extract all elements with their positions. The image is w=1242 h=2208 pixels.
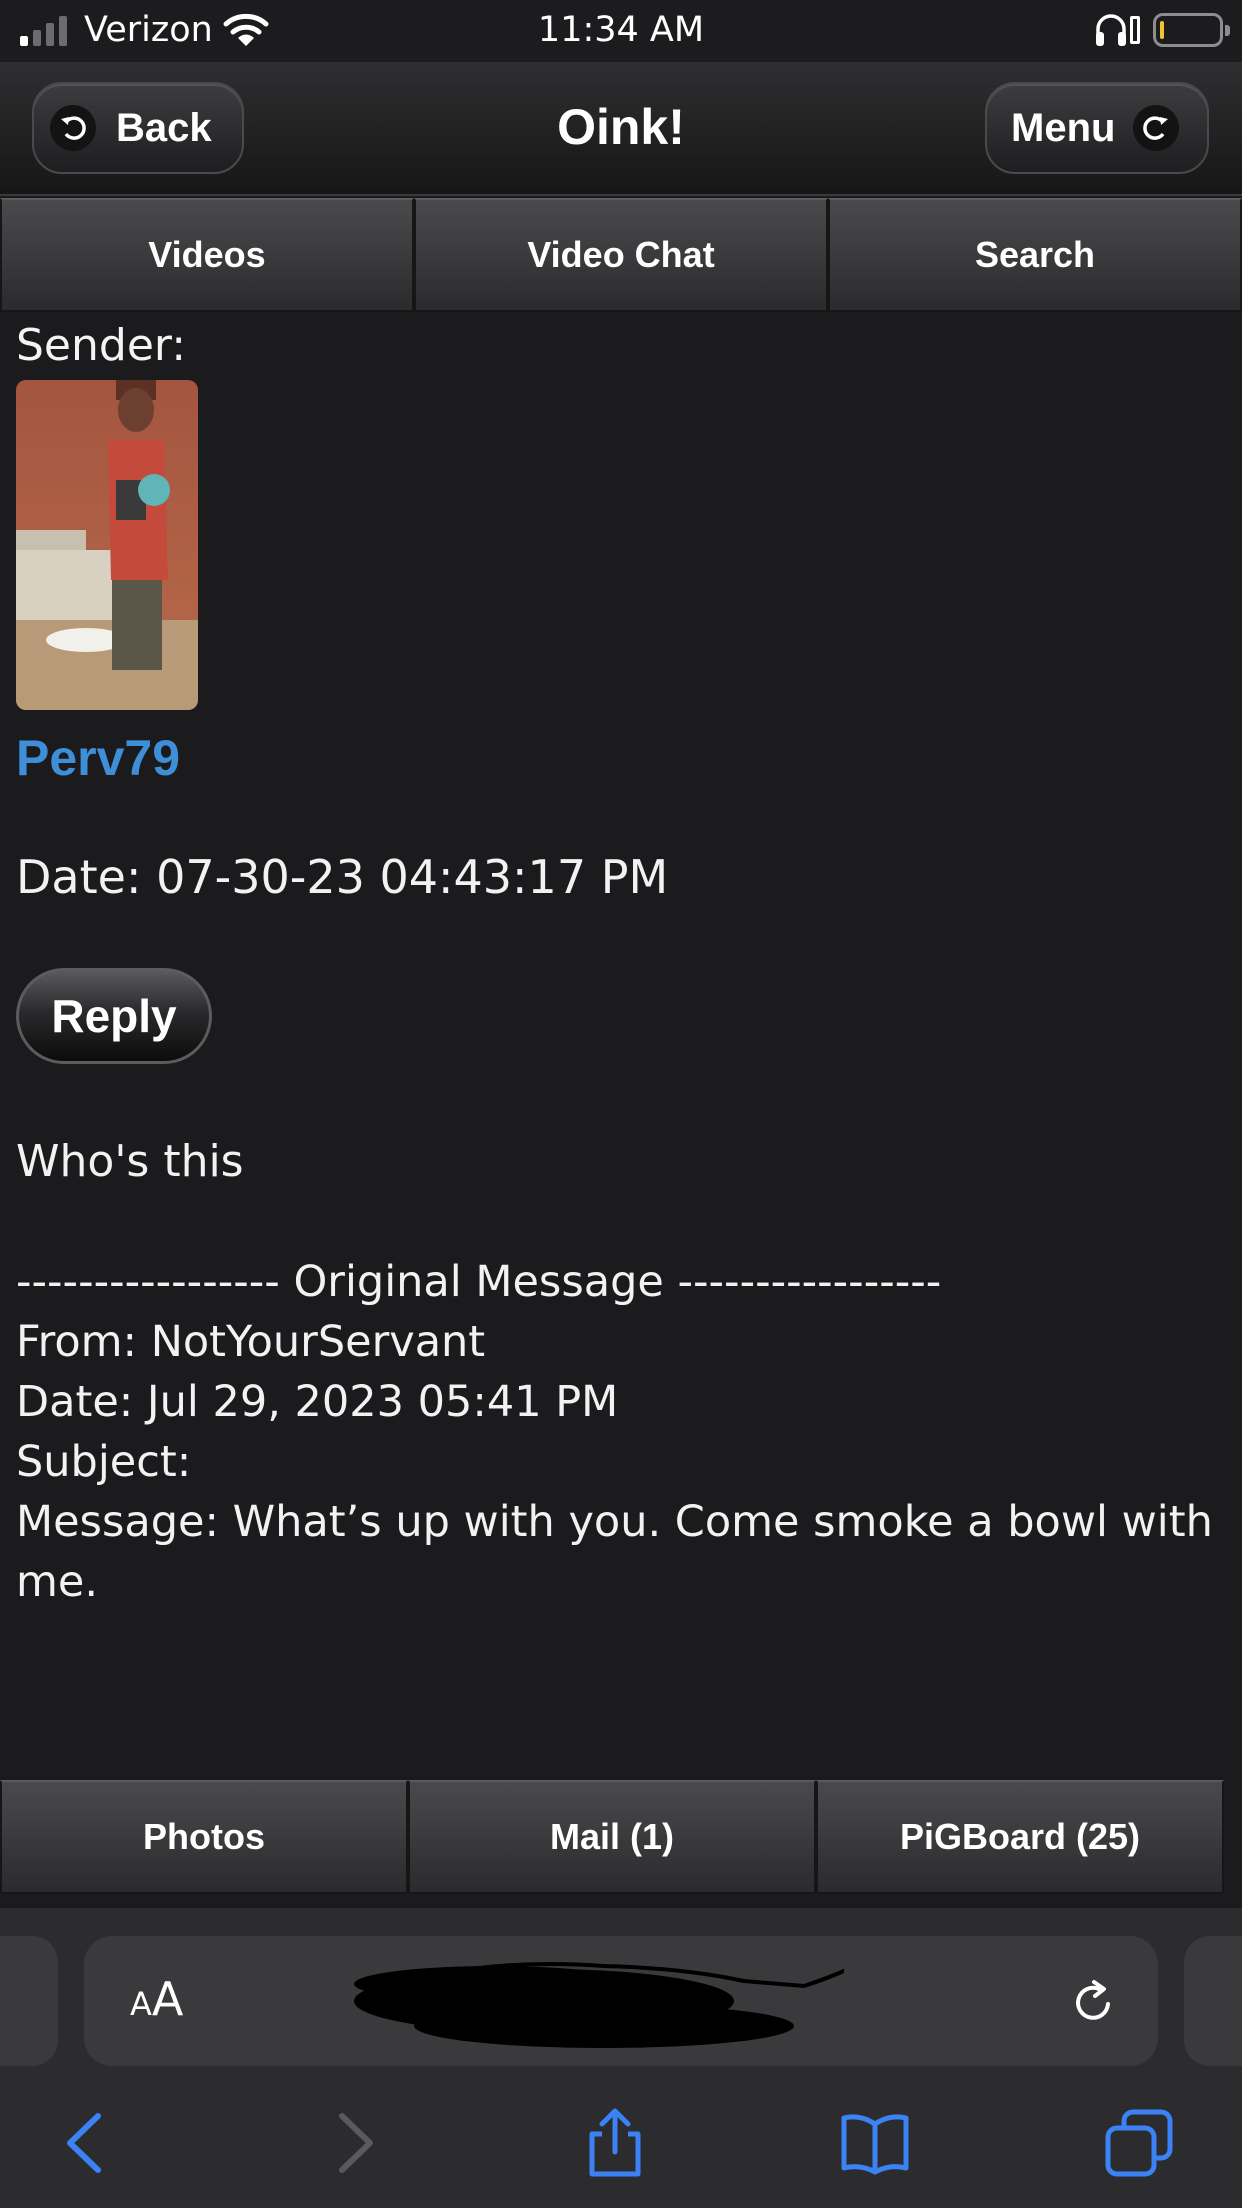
tabs-icon[interactable] bbox=[1104, 2108, 1174, 2178]
message-content: Sender: Perv79 Date: 07-30-23 04:43:17 P… bbox=[16, 318, 1226, 1612]
message-body: Who's this bbox=[16, 1136, 244, 1187]
tab-photos[interactable]: Photos bbox=[0, 1780, 408, 1894]
tab-pigboard[interactable]: PiGBoard (25) bbox=[816, 1780, 1224, 1894]
original-subject: Subject: bbox=[16, 1437, 192, 1487]
original-message: ----------------- Original Message -----… bbox=[16, 1252, 1226, 1612]
original-message-text: Message: What’s up with you. Come smoke … bbox=[16, 1497, 1213, 1607]
battery-level bbox=[1160, 21, 1164, 39]
clock: 11:34 AM bbox=[537, 10, 705, 50]
redaction-scribble bbox=[354, 1962, 844, 2048]
original-from: From: NotYourServant bbox=[16, 1317, 486, 1367]
original-message-header: ----------------- Original Message -----… bbox=[16, 1257, 942, 1307]
menu-button-label: Menu bbox=[1011, 105, 1116, 150]
address-bar[interactable]: AA .com bbox=[84, 1936, 1158, 2066]
next-tab-card[interactable] bbox=[1184, 1936, 1242, 2066]
bottom-nav-tabs: Photos Mail (1) PiGBoard (25) bbox=[0, 1780, 1224, 1894]
text-size-button[interactable]: AA bbox=[130, 1972, 183, 2026]
sender-name-link[interactable]: Perv79 bbox=[16, 728, 1226, 788]
status-bar: Verizon 11:34 AM bbox=[0, 0, 1242, 62]
forward-arrow-icon bbox=[1133, 105, 1180, 151]
chevron-right-icon[interactable] bbox=[318, 2108, 388, 2178]
original-date: Date: Jul 29, 2023 05:41 PM bbox=[16, 1377, 619, 1427]
browser-toolbar: AA .com bbox=[0, 1908, 1242, 2208]
headphones-icon bbox=[1096, 14, 1126, 46]
app-header: Back Oink! Menu bbox=[0, 62, 1242, 196]
previous-tab-card[interactable] bbox=[0, 1936, 58, 2066]
tab-mail[interactable]: Mail (1) bbox=[408, 1780, 816, 1894]
reply-button[interactable]: Reply bbox=[16, 968, 212, 1064]
reload-icon[interactable] bbox=[1066, 1974, 1122, 2030]
menu-button[interactable]: Menu bbox=[985, 82, 1209, 174]
book-icon[interactable] bbox=[840, 2108, 910, 2178]
headphone-battery-icon bbox=[1130, 16, 1140, 44]
tab-videos[interactable]: Videos bbox=[0, 198, 414, 312]
tab-search[interactable]: Search bbox=[828, 198, 1242, 312]
top-nav-tabs: Videos Video Chat Search bbox=[0, 198, 1242, 312]
tab-video-chat[interactable]: Video Chat bbox=[414, 198, 828, 312]
battery-icon bbox=[1153, 13, 1230, 47]
sender-avatar[interactable] bbox=[16, 380, 198, 710]
chevron-left-icon[interactable] bbox=[52, 2108, 122, 2178]
message-date: Date: 07-30-23 04:43:17 PM bbox=[16, 850, 669, 904]
share-icon[interactable] bbox=[580, 2108, 650, 2178]
sender-label: Sender: bbox=[16, 320, 187, 371]
